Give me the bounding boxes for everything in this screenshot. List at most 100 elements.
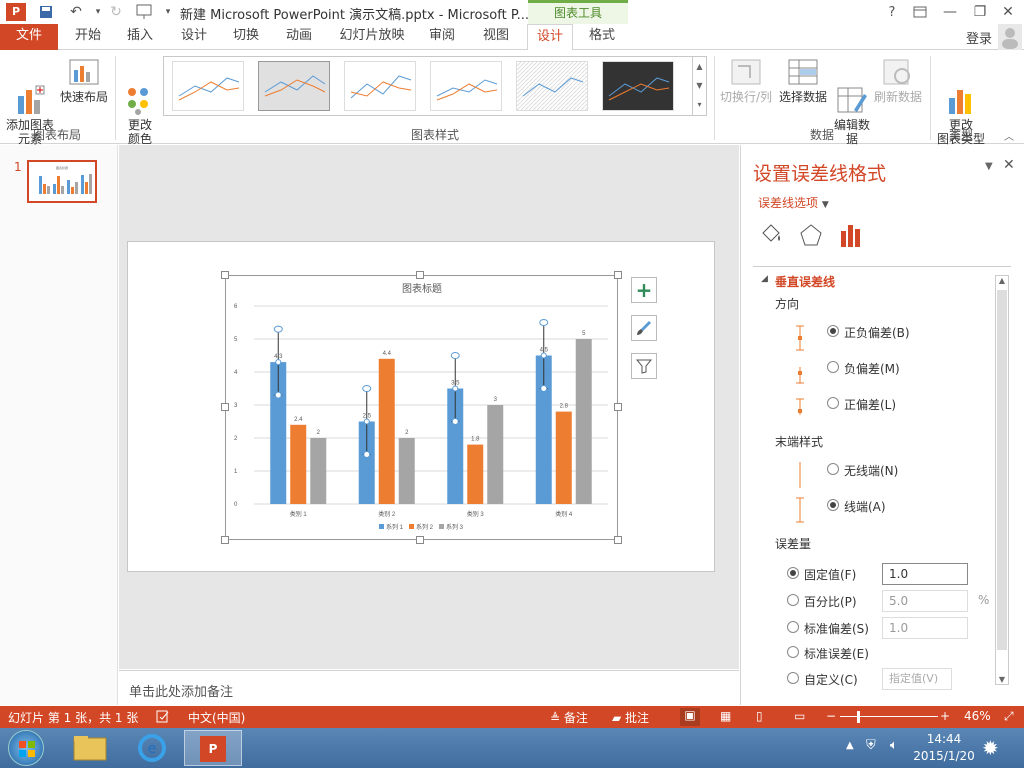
percentage-radio[interactable] bbox=[787, 594, 799, 606]
chart-style-thumb-dark[interactable] bbox=[602, 61, 674, 111]
chart-object[interactable]: 图表标题 0123456 4.32.42类别 12.54.42类别 23.51.… bbox=[225, 275, 618, 540]
bar[interactable] bbox=[487, 405, 504, 504]
bar[interactable] bbox=[398, 438, 415, 504]
undo-icon[interactable]: ↶ bbox=[66, 2, 86, 22]
presentation-start-icon[interactable] bbox=[134, 2, 154, 22]
avatar[interactable] bbox=[998, 24, 1022, 50]
error-bar-handle[interactable] bbox=[450, 352, 460, 359]
end-style-cap-label[interactable]: 线端(A) bbox=[844, 498, 886, 515]
undo-dropdown-icon[interactable]: ▾ bbox=[88, 2, 108, 22]
tab-transitions[interactable]: 切换 bbox=[224, 24, 268, 50]
internet-explorer-taskbar-icon[interactable]: e bbox=[130, 732, 174, 764]
chart-styles-gallery[interactable]: ▲ ▼ ▾ bbox=[163, 56, 707, 116]
pane-options-dropdown-icon[interactable]: ▼ bbox=[985, 161, 993, 172]
slide-sorter-view-icon[interactable]: ▦ bbox=[720, 709, 731, 723]
start-button[interactable] bbox=[8, 730, 44, 766]
custom-radio[interactable] bbox=[787, 672, 799, 684]
powerpoint-taskbar-icon[interactable]: P bbox=[184, 730, 242, 766]
error-bar-handle[interactable] bbox=[452, 385, 459, 392]
direction-plus-label[interactable]: 正偏差(L) bbox=[844, 396, 896, 413]
std-dev-input[interactable]: 1.0 bbox=[882, 617, 968, 639]
slide-thumbnail[interactable]: 图表标题 bbox=[27, 160, 97, 203]
error-bar-handle[interactable] bbox=[540, 352, 547, 359]
change-colors-button[interactable]: 更改 颜色 bbox=[118, 56, 162, 146]
zoom-level[interactable]: 46% bbox=[964, 709, 991, 723]
switch-row-column-button[interactable]: 切换行/列 bbox=[718, 56, 774, 104]
tab-file[interactable]: 文件 bbox=[0, 24, 58, 50]
error-bar-handle[interactable] bbox=[273, 325, 283, 333]
legend-swatch[interactable] bbox=[379, 524, 384, 529]
tab-view[interactable]: 视图 bbox=[474, 24, 518, 50]
ribbon-display-icon[interactable] bbox=[910, 2, 930, 22]
tab-chart-design[interactable]: 设计 bbox=[527, 24, 573, 51]
notes-pane[interactable]: 单击此处添加备注 bbox=[119, 670, 739, 706]
bar[interactable] bbox=[290, 424, 307, 504]
clock-date[interactable]: 2015/1/20 bbox=[912, 749, 976, 763]
show-hidden-icons[interactable]: ▲ bbox=[846, 740, 854, 751]
collapse-ribbon-icon[interactable]: ︿ bbox=[1004, 128, 1014, 143]
zoom-in-button[interactable]: + bbox=[940, 709, 950, 723]
direction-minus-radio[interactable] bbox=[827, 361, 839, 373]
bar[interactable] bbox=[310, 438, 327, 504]
gallery-scroll[interactable]: ▲ ▼ ▾ bbox=[692, 57, 706, 115]
error-bar-handle[interactable] bbox=[451, 418, 459, 425]
pane-scrollbar[interactable]: ▲ ▼ bbox=[995, 275, 1009, 685]
powerpoint-logo-icon[interactable]: P bbox=[6, 3, 26, 21]
fill-line-icon[interactable] bbox=[759, 223, 783, 247]
resize-handle[interactable] bbox=[221, 403, 229, 411]
tab-slideshow[interactable]: 幻灯片放映 bbox=[334, 24, 410, 50]
close-icon[interactable]: ✕ bbox=[998, 2, 1018, 22]
fixed-value-radio[interactable] bbox=[787, 567, 799, 579]
notes-placeholder[interactable]: 单击此处添加备注 bbox=[129, 681, 233, 700]
percentage-input[interactable]: 5.0 bbox=[882, 590, 968, 612]
legend-swatch[interactable] bbox=[409, 524, 414, 529]
comments-toggle-button[interactable]: ▰ 批注 bbox=[612, 709, 649, 726]
minimize-icon[interactable]: — bbox=[940, 2, 960, 22]
std-dev-label[interactable]: 标准偏差(S) bbox=[804, 620, 869, 637]
notes-toggle-button[interactable]: ≜ 备注 bbox=[550, 709, 588, 726]
spelling-icon[interactable] bbox=[156, 709, 170, 726]
action-center-icon[interactable]: ✹ bbox=[982, 736, 999, 760]
chart-elements-button[interactable]: + bbox=[631, 277, 657, 303]
chart-filters-button[interactable] bbox=[631, 353, 657, 379]
end-style-none-radio[interactable] bbox=[827, 463, 839, 475]
chart-style-thumb-selected[interactable] bbox=[258, 61, 330, 111]
bar[interactable] bbox=[467, 444, 484, 504]
resize-handle[interactable] bbox=[221, 536, 229, 544]
clock-time[interactable]: 14:44 bbox=[916, 732, 972, 746]
fixed-value-input[interactable]: 1.0 bbox=[882, 563, 968, 585]
collapse-section-icon[interactable]: ◢ bbox=[761, 274, 768, 284]
std-error-radio[interactable] bbox=[787, 646, 799, 658]
tab-design[interactable]: 设计 bbox=[172, 24, 216, 50]
resize-handle[interactable] bbox=[614, 536, 622, 544]
language-status[interactable]: 中文(中国) bbox=[188, 709, 245, 726]
sign-in-link[interactable]: 登录 bbox=[966, 28, 992, 47]
error-bar-handle[interactable] bbox=[274, 391, 282, 399]
zoom-out-button[interactable]: − bbox=[826, 709, 836, 723]
zoom-slider-thumb[interactable] bbox=[857, 711, 860, 723]
redo-icon[interactable]: ↻ bbox=[106, 2, 126, 22]
chart-style-thumb[interactable] bbox=[344, 61, 416, 111]
error-bar-handle[interactable] bbox=[539, 319, 549, 326]
chart-style-thumb[interactable] bbox=[430, 61, 502, 111]
end-style-none-label[interactable]: 无线端(N) bbox=[844, 462, 898, 479]
resize-handle[interactable] bbox=[221, 271, 229, 279]
error-bar-options-icon[interactable] bbox=[839, 223, 863, 249]
save-icon[interactable] bbox=[36, 2, 56, 22]
resize-handle[interactable] bbox=[416, 271, 424, 279]
file-explorer-taskbar-icon[interactable] bbox=[68, 732, 112, 764]
chart-styles-button[interactable] bbox=[631, 315, 657, 341]
std-error-label[interactable]: 标准误差(E) bbox=[804, 645, 869, 662]
slideshow-view-icon[interactable]: ▭ bbox=[794, 709, 805, 723]
error-bar-handle[interactable] bbox=[363, 418, 370, 425]
bar-chart[interactable]: 图表标题 0123456 4.32.42类别 12.54.42类别 23.51.… bbox=[226, 276, 617, 539]
volume-icon[interactable]: 🔈︎ bbox=[890, 738, 898, 753]
resize-handle[interactable] bbox=[614, 271, 622, 279]
bar[interactable] bbox=[378, 358, 395, 504]
chart-style-thumb[interactable] bbox=[516, 61, 588, 111]
tab-chart-format[interactable]: 格式 bbox=[580, 24, 624, 50]
normal-view-icon[interactable]: ▣ bbox=[680, 708, 700, 726]
restore-icon[interactable]: ❐ bbox=[970, 2, 990, 22]
direction-plus-radio[interactable] bbox=[827, 397, 839, 409]
tab-animations[interactable]: 动画 bbox=[277, 24, 321, 50]
